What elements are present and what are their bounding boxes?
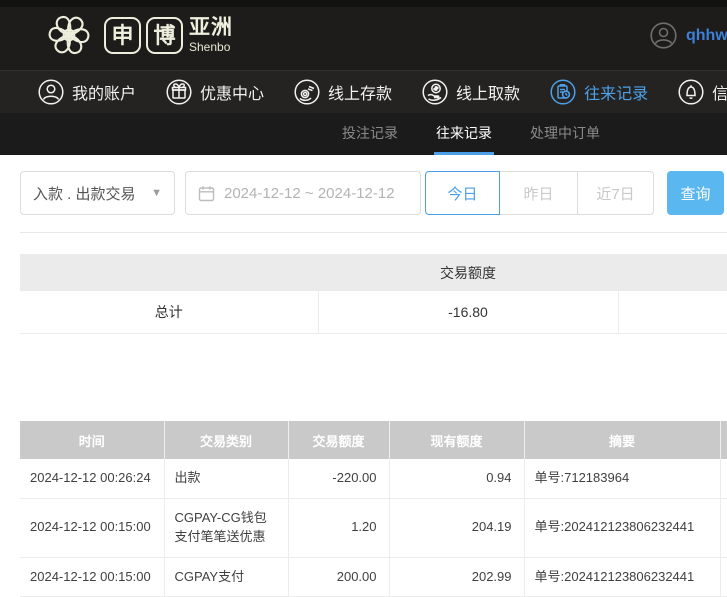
summary-total-label: 总计: [20, 291, 318, 334]
nav-item-online-deposit[interactable]: 线上存款: [294, 79, 392, 105]
cell-empty: [720, 557, 727, 597]
col-header-balance: 现有额度: [389, 421, 525, 459]
cell-summary: 单号:712183964: [524, 459, 721, 499]
quick-range-today-button[interactable]: 今日: [425, 171, 500, 215]
bell-icon: [678, 79, 704, 105]
nav-item-promo-center[interactable]: 优惠中心: [166, 79, 264, 105]
tab-betting-records[interactable]: 投注记录: [340, 113, 400, 155]
nav-item-messages[interactable]: 信息: [678, 79, 727, 105]
records-header-row: 时间 交易类别 交易额度 现有额度 摘要: [20, 421, 727, 459]
withdraw-icon: [422, 79, 448, 105]
brand-region: 亚洲: [189, 16, 233, 39]
summary-table: 交易额度 总计 -16.80: [20, 254, 727, 334]
table-row: 2024-12-12 00:26:24 出款 -220.00 0.94 单号:7…: [20, 459, 727, 499]
main-nav: 我的账户 优惠中心 线上存款 线上取款 往来记录 信: [0, 70, 727, 113]
col-header-type: 交易类别: [164, 421, 289, 459]
search-button[interactable]: 查询: [667, 171, 724, 215]
nav-label: 优惠中心: [200, 86, 265, 103]
brand-logo[interactable]: 申 博 亚洲 Shenbo: [40, 8, 233, 62]
logo-boxes: 申 博: [104, 16, 183, 54]
records-icon: [550, 79, 576, 105]
username-text: qhhw: [686, 26, 727, 44]
col-header-amount: 交易额度: [288, 421, 390, 459]
summary-header-empty: [20, 254, 318, 291]
date-range-input[interactable]: 2024-12-12 ~ 2024-12-12: [185, 171, 421, 215]
quick-range-yesterday-button[interactable]: 昨日: [499, 171, 578, 215]
filter-row: 入款 . 出款交易 ▼ 2024-12-12 ~ 2024-12-12 今日 昨…: [20, 171, 727, 215]
cell-balance: 202.99: [389, 557, 525, 597]
date-range-value: 2024-12-12 ~ 2024-12-12: [224, 184, 395, 202]
logo-char-shen: 申: [104, 16, 141, 54]
chevron-down-icon: ▼: [151, 187, 162, 199]
summary-total-row: 总计 -16.80: [20, 291, 727, 334]
section-divider: [20, 232, 727, 233]
summary-header-amount: 交易额度: [318, 254, 618, 291]
promo-icon: [166, 79, 192, 105]
table-row: 2024-12-12 00:15:00 CGPAY支付 200.00 202.9…: [20, 557, 727, 597]
flower-logo-icon: [48, 15, 90, 55]
account-icon: [38, 79, 64, 105]
transaction-records-page: { "brand": { "logo_char_1": "申", "logo_c…: [0, 0, 727, 597]
nav-item-online-withdrawal[interactable]: 线上取款: [422, 79, 520, 105]
top-strip: [0, 0, 727, 7]
sub-nav: 投注记录 往来记录 处理中订单: [0, 113, 727, 155]
cell-time: 2024-12-12 00:15:00: [20, 557, 165, 597]
cell-amount: 1.20: [288, 498, 390, 558]
col-header-empty: [720, 421, 727, 459]
summary-header-empty: [618, 254, 727, 291]
tab-transaction-records[interactable]: 往来记录: [434, 113, 494, 155]
transaction-type-select[interactable]: 入款 . 出款交易 ▼: [20, 171, 175, 215]
cell-type: 出款: [164, 459, 289, 499]
summary-total-value: -16.80: [317, 291, 618, 334]
cell-balance: 204.19: [389, 498, 525, 558]
transaction-type-value: 入款 . 出款交易: [33, 185, 136, 203]
cell-time: 2024-12-12 00:15:00: [20, 498, 165, 558]
col-header-summary: 摘要: [524, 421, 721, 459]
nav-item-transaction-records[interactable]: 往来记录: [550, 79, 648, 105]
cell-type: CGPAY-CG钱包支付笔笔送优惠: [164, 498, 289, 558]
cell-summary: 单号:202412123806232441: [524, 498, 721, 558]
cell-balance: 0.94: [389, 459, 525, 499]
cell-empty: [720, 498, 727, 558]
nav-label: 往来记录: [584, 86, 649, 103]
top-header: 申 博 亚洲 Shenbo qhhw: [0, 0, 727, 70]
col-header-time: 时间: [20, 421, 165, 459]
cell-amount: 200.00: [288, 557, 390, 597]
brand-subtitle: Shenbo: [189, 40, 231, 54]
nav-label: 线上取款: [456, 86, 521, 103]
nav-item-my-account[interactable]: 我的账户: [38, 79, 136, 105]
summary-empty-cell: [617, 291, 727, 334]
summary-header-row: 交易额度: [20, 254, 727, 291]
user-avatar-icon: [650, 22, 677, 49]
user-block[interactable]: qhhw: [650, 22, 727, 49]
quick-range-group: 今日 昨日 近7日: [425, 171, 654, 215]
cell-summary: 单号:202412123806232441: [524, 557, 721, 597]
cell-time: 2024-12-12 00:26:24: [20, 459, 165, 499]
nav-label: 线上存款: [328, 86, 393, 103]
brand-text: 亚洲 Shenbo: [189, 17, 233, 53]
nav-label: 我的账户: [72, 86, 137, 103]
table-row: 2024-12-12 00:15:00 CGPAY-CG钱包支付笔笔送优惠 1.…: [20, 498, 727, 558]
deposit-icon: [294, 79, 320, 105]
records-table: 时间 交易类别 交易额度 现有额度 摘要 2024-12-12 00:26:24…: [20, 421, 727, 597]
cell-amount: -220.00: [288, 459, 390, 499]
cell-type: CGPAY支付: [164, 557, 289, 597]
quick-range-last7days-button[interactable]: 近7日: [577, 171, 654, 215]
cell-empty: [720, 459, 727, 499]
tab-processing-orders[interactable]: 处理中订单: [528, 113, 602, 155]
calendar-icon: [198, 185, 215, 202]
nav-label: 信息: [712, 86, 727, 103]
logo-char-bo: 博: [146, 16, 183, 54]
